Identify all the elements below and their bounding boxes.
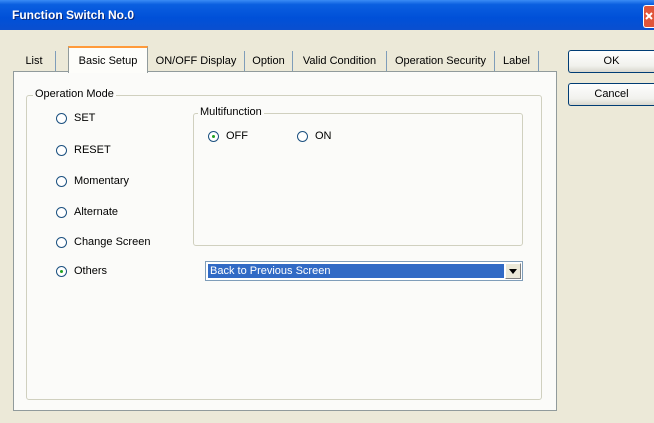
close-button[interactable] — [643, 5, 654, 28]
radio-set[interactable]: SET — [56, 110, 95, 126]
others-action-value: Back to Previous Screen — [208, 264, 504, 278]
radio-on-label: ON — [315, 130, 332, 142]
radio-alternate[interactable]: Alternate — [56, 204, 118, 220]
radio-momentary-label: Momentary — [74, 175, 130, 187]
radio-multifunction-off[interactable]: OFF — [208, 128, 248, 144]
operation-mode-legend: Operation Mode — [33, 88, 116, 100]
multifunction-legend: Multifunction — [198, 106, 264, 118]
radio-off-label: OFF — [226, 130, 248, 142]
others-action-select[interactable]: Back to Previous Screen — [205, 261, 523, 281]
tab-on-off-display[interactable]: ON/OFF Display — [148, 51, 245, 72]
tab-option[interactable]: Option — [245, 51, 293, 72]
title-bar[interactable]: Function Switch No.0 — [0, 0, 654, 30]
radio-reset[interactable]: RESET — [56, 142, 111, 158]
close-icon — [645, 12, 653, 20]
dialog-window: Function Switch No.0 List Basic Setup ON… — [0, 0, 654, 423]
radio-multifunction-on[interactable]: ON — [297, 128, 332, 144]
radio-button-icon — [297, 130, 308, 142]
radio-button-icon — [56, 112, 67, 124]
ok-button[interactable]: OK — [568, 50, 654, 73]
radio-alternate-label: Alternate — [74, 206, 119, 218]
radio-selected-dot — [60, 269, 63, 273]
radio-others-label: Others — [74, 265, 108, 277]
tab-operation-security[interactable]: Operation Security — [387, 51, 495, 72]
radio-button-icon — [56, 206, 67, 218]
radio-change-screen[interactable]: Change Screen — [56, 234, 150, 250]
cancel-button[interactable]: Cancel — [568, 83, 654, 106]
radio-selected-dot — [212, 134, 215, 138]
radio-button-icon — [56, 265, 67, 277]
radio-reset-label: RESET — [74, 144, 111, 156]
radio-button-icon — [56, 175, 67, 187]
tab-basic-setup[interactable]: Basic Setup — [68, 46, 148, 73]
tab-label[interactable]: Label — [495, 51, 539, 72]
tab-strip: List Basic Setup ON/OFF Display Option V… — [13, 46, 558, 73]
radio-button-icon — [56, 144, 67, 156]
radio-set-label: SET — [74, 112, 96, 124]
window-title: Function Switch No.0 — [12, 8, 134, 22]
radio-momentary[interactable]: Momentary — [56, 173, 129, 189]
radio-others[interactable]: Others — [56, 263, 107, 279]
tab-valid-condition[interactable]: Valid Condition — [293, 51, 387, 72]
dropdown-button[interactable] — [505, 263, 521, 279]
radio-change-screen-label: Change Screen — [74, 236, 151, 248]
radio-button-icon — [56, 236, 67, 248]
tab-list[interactable]: List — [13, 51, 56, 72]
radio-button-icon — [208, 130, 219, 142]
chevron-down-icon — [509, 269, 517, 274]
basic-setup-panel: Operation Mode SET RESET Momentary Alter… — [13, 71, 557, 411]
